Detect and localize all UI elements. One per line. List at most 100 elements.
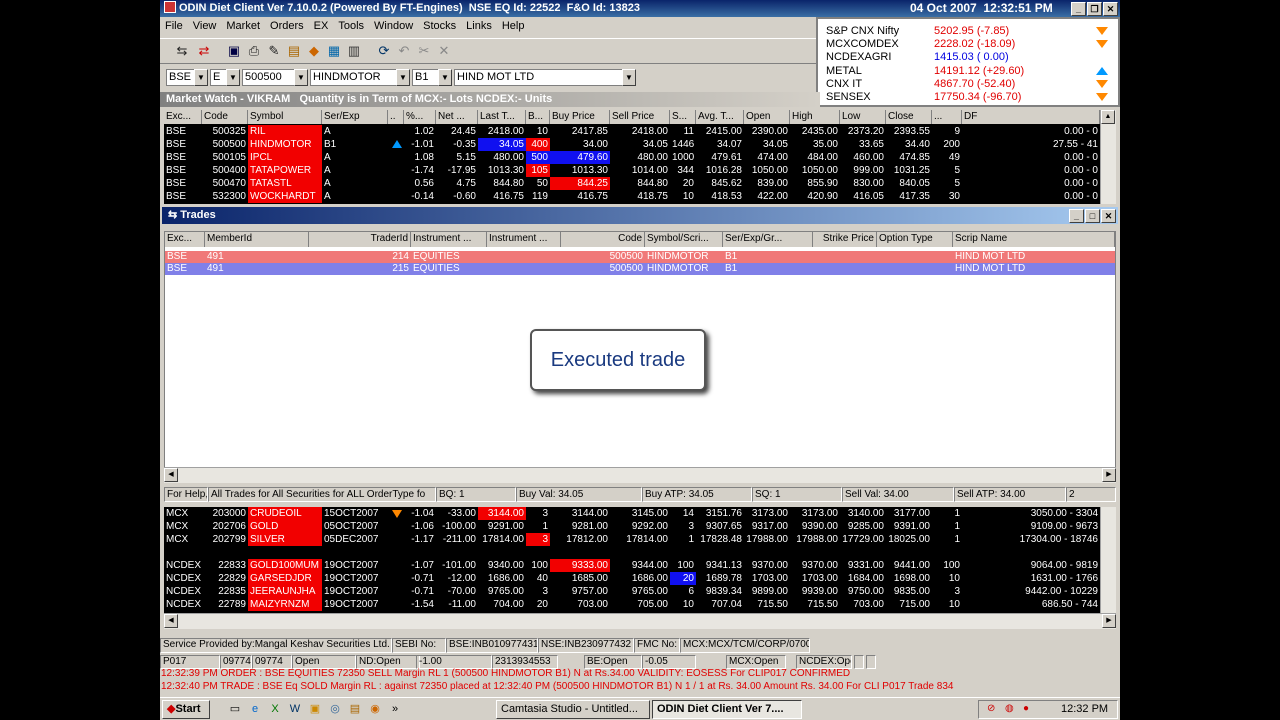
trades-column-header[interactable]: Instrument ...	[411, 232, 487, 247]
series-select[interactable]: B1	[412, 69, 440, 86]
mw-column-header[interactable]: Open	[744, 110, 790, 124]
trades-close-button[interactable]: ✕	[1101, 209, 1116, 223]
scrip-name-select[interactable]: HIND MOT LTD	[454, 69, 624, 86]
mw-column-header[interactable]: DF	[962, 110, 1100, 124]
scrip-dropdown-icon[interactable]: ▼	[622, 69, 636, 86]
mw-row[interactable]: MCX 203000 CRUDEOIL 15OCT2007 -1.04 -33.00 314…	[164, 507, 1100, 520]
mw-column-header[interactable]: Sell Price	[610, 110, 670, 124]
mw-column-header[interactable]: Symbol	[248, 110, 322, 124]
excel-icon[interactable]: X	[268, 702, 282, 716]
restore-button[interactable]: ❐	[1087, 2, 1102, 16]
word-icon[interactable]: W	[288, 702, 302, 716]
close-button[interactable]: ✕	[1103, 2, 1118, 16]
close-icon[interactable]: ✕	[436, 43, 452, 59]
mw-row[interactable]: BSE 500400 TATAPOWER A -1.74 -17.95 1013.30 105…	[164, 164, 1100, 177]
lower-vertical-scrollbar[interactable]	[1100, 507, 1116, 613]
ie-icon[interactable]: e	[248, 702, 262, 716]
trades-column-header[interactable]: TraderId	[309, 232, 411, 247]
mw-row[interactable]: BSE 500500 HINDMOTOR B1 -1.01 -0.35 34.05 400 34…	[164, 138, 1100, 151]
market-watch-scrollbar[interactable]: ▲	[1100, 110, 1116, 204]
cancel-icon[interactable]: ✂	[416, 43, 432, 59]
trades-column-header[interactable]: Symbol/Scri...	[645, 232, 723, 247]
market-watch-grid[interactable]: Exc... Code Symbol Ser/Exp..%... Net ... Last…	[164, 110, 1100, 204]
mw-column-header[interactable]: Close	[886, 110, 932, 124]
mw-column-header[interactable]: B...	[526, 110, 550, 124]
desktop-icon[interactable]: ▭	[228, 702, 242, 716]
explorer-icon[interactable]: ▣	[308, 702, 322, 716]
mw-column-header[interactable]: Exc...	[164, 110, 202, 124]
mw-column-header[interactable]: High	[790, 110, 840, 124]
menu-window[interactable]: Window	[374, 20, 413, 32]
exchange-select[interactable]: BSE	[166, 69, 196, 86]
lower-scroll-left-icon[interactable]: ◀	[164, 614, 178, 628]
symbol-dropdown-icon[interactable]: ▼	[396, 69, 410, 86]
menu-file[interactable]: File	[165, 20, 183, 32]
menu-ex[interactable]: EX	[314, 20, 329, 32]
trades-column-header[interactable]: Scrip Name	[953, 232, 1115, 247]
book-icon[interactable]: ▥	[346, 43, 362, 59]
menu-market[interactable]: Market	[226, 20, 260, 32]
mw-row[interactable]: BSE 532300 WOCKHARDT A -0.14 -0.60 416.75 119 41…	[164, 190, 1100, 203]
trades-column-header[interactable]: Ser/Exp/Gr...	[723, 232, 813, 247]
tray-icon-1[interactable]: ⊘	[987, 703, 995, 714]
mw-row[interactable]: NCDEX 22789 MAIZYRNZM 19OCT2007 -1.54 -11.00 7…	[164, 598, 1100, 611]
folder-icon[interactable]: ▤	[348, 702, 362, 716]
trades-maximize-button[interactable]: □	[1085, 209, 1100, 223]
trade-row[interactable]: BSE 491 215 EQUITIES 500500 HINDMOTOR B1 HIND M…	[165, 263, 1115, 275]
trades-column-header[interactable]: Instrument ...	[487, 232, 561, 247]
mw-row[interactable]: NCDEX 22835 JEERAUNJHA 19OCT2007 -0.71 -70.00…	[164, 585, 1100, 598]
tray-icon-3[interactable]: ●	[1023, 703, 1029, 714]
segment-dropdown-icon[interactable]: ▼	[226, 69, 240, 86]
refresh-icon[interactable]: ⟳	[376, 43, 392, 59]
buy-sell-icon[interactable]: ⇆	[174, 43, 190, 59]
lower-scroll-right-icon[interactable]: ▶	[1102, 614, 1116, 628]
menu-stocks[interactable]: Stocks	[423, 20, 456, 32]
report-icon[interactable]: ▤	[286, 43, 302, 59]
scroll-left-icon[interactable]: ◀	[164, 468, 178, 482]
mw-row[interactable]: BSE 500105 IPCL A 1.08 5.15 480.00 500 479.60 480…	[164, 151, 1100, 164]
mw-column-header[interactable]: Ser/Exp	[322, 110, 388, 124]
menu-links[interactable]: Links	[466, 20, 492, 32]
taskbar-odin[interactable]: ODIN Diet Client Ver 7....	[652, 700, 802, 719]
mw-row[interactable]: MCX 202706 GOLD 05OCT2007 -1.06 -100.00 9291.0…	[164, 520, 1100, 533]
trades-horizontal-scrollbar[interactable]: ◀ ▶	[164, 467, 1116, 483]
menu-tools[interactable]: Tools	[338, 20, 364, 32]
graph-icon[interactable]: ▦	[326, 43, 342, 59]
undo-icon[interactable]: ↶	[396, 43, 412, 59]
camtasia-quicklaunch-icon[interactable]: ◉	[368, 702, 382, 716]
taskbar-camtasia[interactable]: Camtasia Studio - Untitled...	[496, 700, 650, 719]
trades-column-header[interactable]: MemberId	[205, 232, 309, 247]
mw-column-header[interactable]: %...	[404, 110, 436, 124]
menu-help[interactable]: Help	[502, 20, 525, 32]
trades-column-header[interactable]: Option Type	[877, 232, 953, 247]
trades-minimize-button[interactable]: _	[1069, 209, 1084, 223]
edit-icon[interactable]: ✎	[266, 43, 282, 59]
more-quicklaunch-icon[interactable]: »	[388, 702, 402, 716]
mw-column-header[interactable]: S...	[670, 110, 696, 124]
mw-row[interactable]: MCX 202799 SILVER 05DEC2007 -1.17 -211.00 1781…	[164, 533, 1100, 546]
exchange-dropdown-icon[interactable]: ▼	[194, 69, 208, 86]
trades-column-header[interactable]: Strike Price	[813, 232, 877, 247]
menu-orders[interactable]: Orders	[270, 20, 304, 32]
chart-icon[interactable]: ◆	[306, 43, 322, 59]
app-quicklaunch-icon[interactable]: ◎	[328, 702, 342, 716]
trades-column-header[interactable]: Exc...	[165, 232, 205, 247]
mw-column-header[interactable]: Code	[202, 110, 248, 124]
mw-column-header[interactable]: Low	[840, 110, 886, 124]
mw-column-header[interactable]: ..	[388, 110, 404, 124]
symbol-select[interactable]: HINDMOTOR	[310, 69, 398, 86]
scroll-right-icon[interactable]: ▶	[1102, 468, 1116, 482]
mw-row[interactable]	[164, 546, 1100, 559]
menu-view[interactable]: View	[193, 20, 217, 32]
market-watch-lower-grid[interactable]: MCX 203000 CRUDEOIL 15OCT2007 -1.04 -33.00 314…	[164, 507, 1100, 613]
mw-row[interactable]: NCDEX 22829 GARSEDJDR 19OCT2007 -0.71 -12.00 1…	[164, 572, 1100, 585]
mw-column-header[interactable]: Last T...	[478, 110, 526, 124]
mw-column-header[interactable]: Net ...	[436, 110, 478, 124]
minimize-button[interactable]: _	[1071, 2, 1086, 16]
lower-horizontal-scrollbar[interactable]: ◀ ▶	[164, 613, 1116, 629]
series-dropdown-icon[interactable]: ▼	[438, 69, 452, 86]
mw-row[interactable]: NCDEX 22833 GOLD100MUM 19OCT2007 -1.07 -101.0…	[164, 559, 1100, 572]
mw-column-header[interactable]: Avg. T...	[696, 110, 744, 124]
scroll-up-icon[interactable]: ▲	[1101, 110, 1115, 124]
print-icon[interactable]: ⎙	[246, 43, 262, 59]
